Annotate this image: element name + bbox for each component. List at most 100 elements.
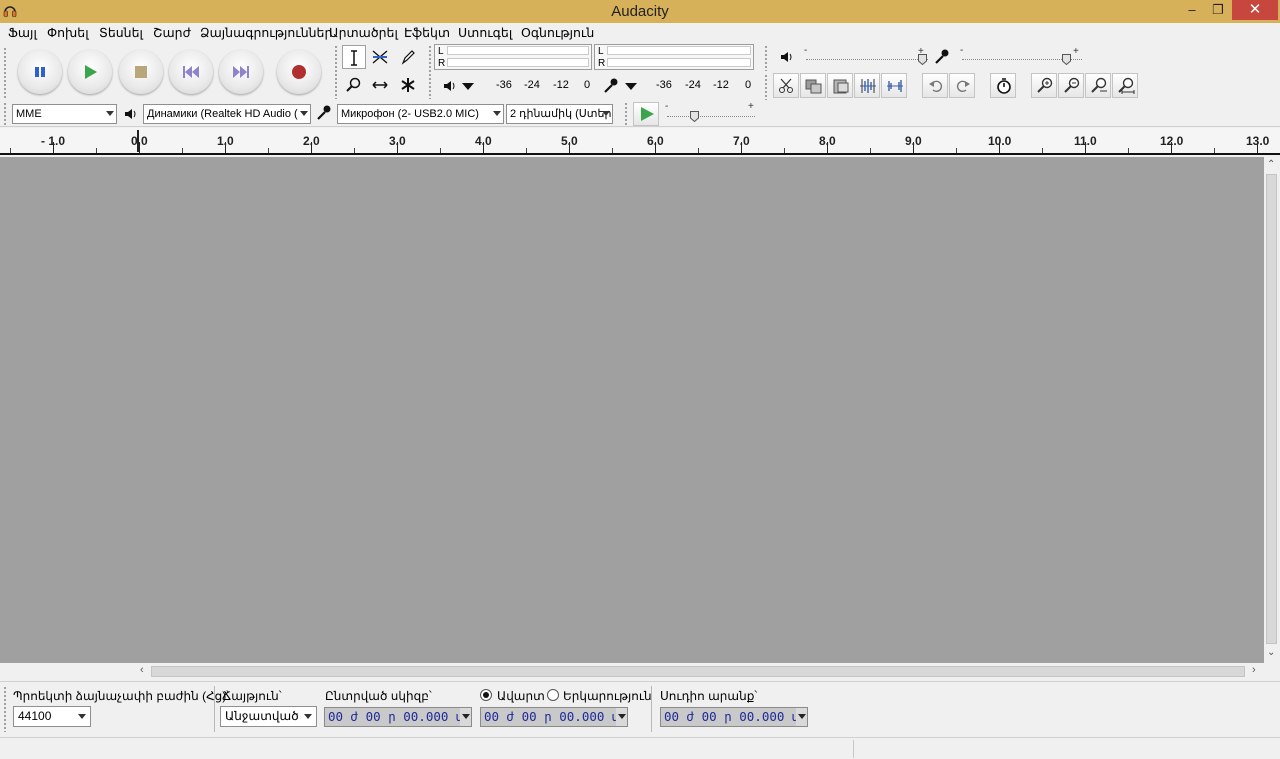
sync-lock-button[interactable] <box>990 73 1016 98</box>
undo-button[interactable] <box>922 73 948 98</box>
playback-meter[interactable]: L R <box>434 44 592 70</box>
audio-position-time[interactable]: 00 ժ 00 ր 00.000 վ <box>660 707 808 727</box>
cut-button[interactable] <box>773 73 799 98</box>
ruler-minor-tick <box>1128 148 1129 153</box>
skip-to-end-button[interactable] <box>219 50 263 94</box>
length-radio[interactable] <box>547 689 559 701</box>
scroll-right-icon[interactable]: › <box>1252 664 1256 676</box>
horizontal-scrollbar[interactable]: ‹ › <box>136 663 1264 679</box>
playback-volume-min-label: - <box>804 45 808 56</box>
menu-view[interactable]: Տեսնել <box>99 25 143 40</box>
edit-toolbar-grip[interactable] <box>764 74 768 100</box>
recording-meter-menu-icon[interactable] <box>625 83 637 90</box>
end-radio-label: Ավարտ <box>497 689 545 703</box>
close-button[interactable]: ✕ <box>1232 0 1278 20</box>
input-device-select[interactable]: Микрофон (2- USB2.0 MIC) <box>337 104 504 124</box>
timeline-ruler[interactable]: - 1.0 0.0 1.0 2.0 3.0 4.0 5.0 6.0 7.0 8.0 9.0 10.0 1… <box>0 128 1280 155</box>
menu-transport[interactable]: Շարժ <box>153 25 191 40</box>
meter-toolbar-grip[interactable] <box>428 45 432 99</box>
audio-host-select[interactable]: MME <box>12 104 117 124</box>
time-shift-tool-button[interactable] <box>368 73 392 97</box>
minimize-button[interactable]: ‒ <box>1180 0 1204 21</box>
double-arrow-icon <box>372 81 388 89</box>
timer-icon <box>997 78 1011 94</box>
copy-button[interactable] <box>800 73 826 98</box>
transport-toolbar-grip[interactable] <box>3 47 7 99</box>
track-area[interactable] <box>0 157 1264 663</box>
device-toolbar-grip[interactable] <box>3 102 7 126</box>
time-format-dropdown-icon[interactable] <box>796 708 807 726</box>
project-rate-select[interactable]: 44100 <box>13 706 91 727</box>
input-channels-value: 2 դինամիկ (Ստեր <box>510 108 612 120</box>
microphone-icon <box>317 105 331 120</box>
playback-volume-slider[interactable] <box>918 54 927 65</box>
selection-end-time[interactable]: 00 ժ 00 ր 00.000 վ <box>480 707 628 727</box>
audio-host-value: MME <box>16 108 42 120</box>
menu-analyze[interactable]: Ստուգել <box>458 25 512 40</box>
paste-button[interactable] <box>827 73 853 98</box>
record-button[interactable] <box>277 50 321 94</box>
draw-tool-button[interactable] <box>396 45 420 69</box>
record-icon <box>292 65 306 79</box>
skip-to-start-icon <box>183 66 199 78</box>
menu-generate[interactable]: Արտածրել <box>329 25 398 40</box>
output-device-value: Динамики (Realtek HD Audio ( <box>147 108 298 120</box>
playback-meter-menu-icon[interactable] <box>462 83 474 90</box>
vertical-scroll-thumb[interactable] <box>1266 174 1277 644</box>
selection-start-time[interactable]: 00 ժ 00 ր 00.000 վ <box>324 707 472 727</box>
menu-help[interactable]: Օգնություն <box>521 25 594 40</box>
menu-tracks[interactable]: Ձայնագրություններ <box>200 25 332 40</box>
speaker-icon <box>444 81 455 91</box>
zoom-out-button[interactable] <box>1058 73 1084 98</box>
selection-toolbar-grip[interactable] <box>3 686 7 732</box>
copy-icon <box>805 79 822 94</box>
zoom-tool-button[interactable] <box>342 73 366 97</box>
scroll-up-icon[interactable]: ⌃ <box>1267 159 1275 170</box>
recording-volume-slider[interactable] <box>1062 54 1071 65</box>
menu-file[interactable]: Ֆայլ <box>8 25 37 40</box>
skip-to-start-button[interactable] <box>169 50 213 94</box>
envelope-tool-button[interactable] <box>368 45 392 69</box>
toolbar-divider <box>214 686 215 732</box>
scroll-down-icon[interactable]: ⌄ <box>1267 647 1275 658</box>
meter-scale-label: -36 <box>496 79 512 91</box>
play-at-speed-toolbar-grip[interactable] <box>624 102 628 126</box>
stop-button[interactable] <box>119 50 163 94</box>
time-format-dropdown-icon[interactable] <box>460 708 471 726</box>
fit-selection-button[interactable] <box>1085 73 1111 98</box>
menu-effect[interactable]: Էֆեկտ <box>404 25 450 40</box>
stop-icon <box>135 66 147 78</box>
play-button[interactable] <box>68 50 112 94</box>
fit-project-button[interactable] <box>1112 73 1138 98</box>
meter-right-label: R <box>598 58 606 69</box>
tools-toolbar-grip[interactable] <box>334 45 338 99</box>
meter-scale-label: -36 <box>656 79 672 91</box>
pause-icon <box>35 67 45 77</box>
recording-meter[interactable]: L R <box>594 44 754 70</box>
output-device-select[interactable]: Динамики (Realtek HD Audio ( <box>143 104 311 124</box>
zoom-in-button[interactable] <box>1031 73 1057 98</box>
selection-tool-button[interactable] <box>342 45 366 69</box>
speed-slider[interactable] <box>690 111 699 122</box>
redo-button[interactable] <box>949 73 975 98</box>
snap-to-select[interactable]: Անջատված <box>220 706 317 727</box>
pause-button[interactable] <box>18 50 62 94</box>
ruler-minor-tick <box>354 148 355 153</box>
maximize-button[interactable]: ❐ <box>1206 0 1230 21</box>
mixer-toolbar-grip[interactable] <box>764 45 768 71</box>
play-at-speed-button[interactable] <box>633 102 659 126</box>
end-radio[interactable] <box>480 689 492 701</box>
horizontal-scroll-thumb[interactable] <box>151 666 1245 677</box>
speaker-icon <box>125 109 136 119</box>
time-format-dropdown-icon[interactable] <box>616 708 627 726</box>
scroll-left-icon[interactable]: ‹ <box>140 664 144 676</box>
trim-button[interactable] <box>854 73 880 98</box>
input-channels-select[interactable]: 2 դինամիկ (Ստեր <box>506 104 613 124</box>
silence-button[interactable] <box>881 73 907 98</box>
selection-toolbar: Պրոեկտի ձայնաչափի բաժին (Հց)՝ 44100 Ճայթ… <box>0 681 1280 736</box>
multi-tool-button[interactable] <box>396 73 420 97</box>
pencil-icon <box>401 50 415 65</box>
menu-edit[interactable]: Փոխել <box>47 25 89 40</box>
selection-start-value: 00 ժ 00 ր 00.000 վ <box>328 709 464 724</box>
vertical-scrollbar[interactable]: ⌃ ⌄ <box>1264 157 1280 663</box>
